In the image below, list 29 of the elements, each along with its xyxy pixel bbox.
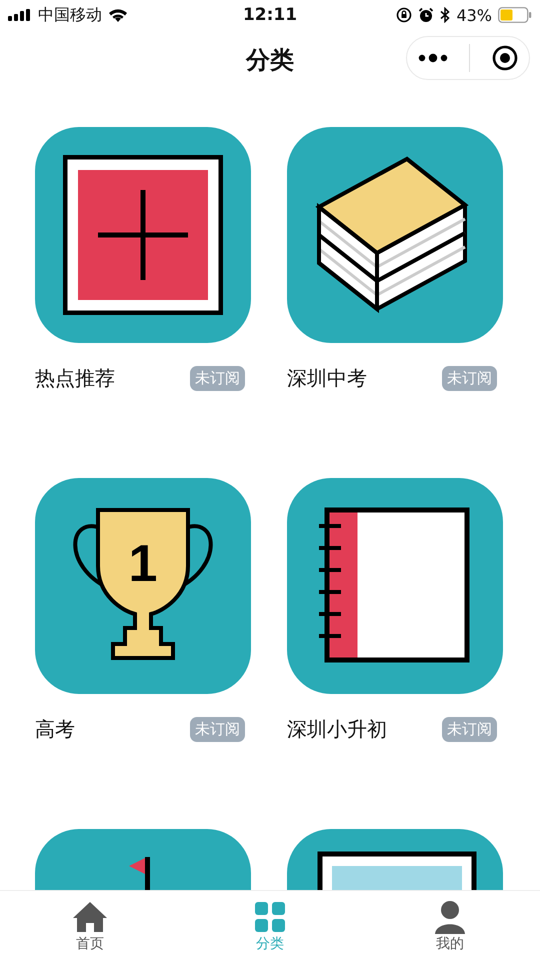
signal-icon [8,9,32,21]
subscription-tag[interactable]: 未订阅 [190,366,245,391]
category-card[interactable] [287,478,503,694]
subscription-tag[interactable]: 未订阅 [190,717,245,742]
tab-item[interactable]: 我的 [360,891,540,960]
category-card[interactable] [35,127,251,343]
more-icon[interactable] [418,53,448,63]
tab-item[interactable]: 首页 [0,891,180,960]
subscription-tag[interactable]: 未订阅 [442,717,497,742]
bluetooth-icon [440,7,450,23]
subscription-tag[interactable]: 未订阅 [442,366,497,391]
category-card[interactable]: 1 [35,478,251,694]
wifi-icon [108,8,128,22]
carrier-name: 中国移动 [38,4,102,26]
status-time: 12:11 [242,5,298,25]
category-name: 高考 [35,716,75,743]
battery-percent: 43% [456,6,492,24]
battery-icon [498,7,532,23]
category-name: 深圳小升初 [287,716,387,743]
page-title: 分类 [246,45,294,76]
flag-icon [129,857,153,890]
framed-plus-icon [63,155,223,315]
alarm-icon [418,7,434,23]
rotation-lock-icon [396,7,412,23]
person-icon [432,898,468,934]
category-card[interactable] [287,127,503,343]
category-name: 深圳中考 [287,365,367,392]
tab-item[interactable]: 分类 [180,891,360,960]
category-name: 热点推荐 [35,365,115,392]
